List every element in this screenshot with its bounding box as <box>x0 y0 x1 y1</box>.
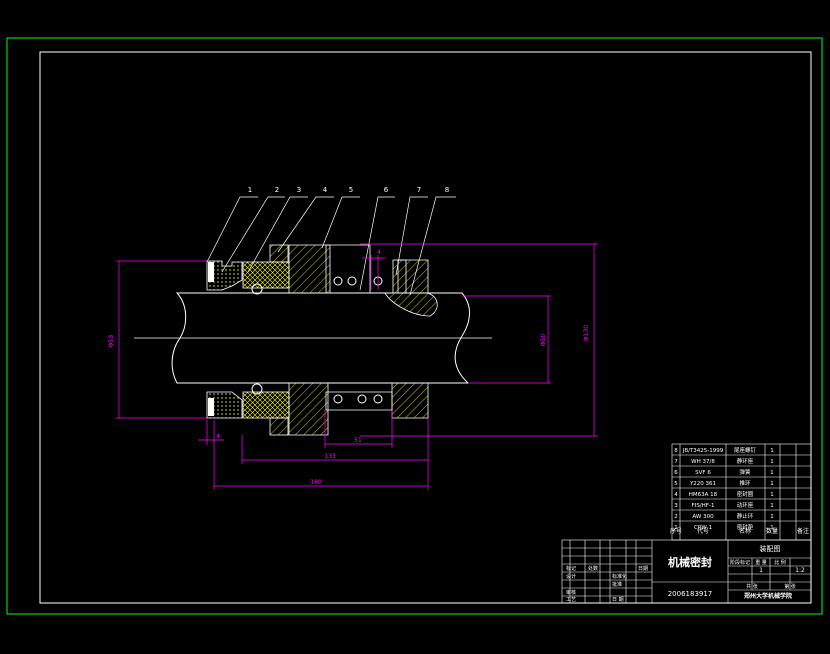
spring-cavity-upper <box>325 244 371 294</box>
parts-cell-no: 4 <box>674 492 678 498</box>
parts-cell-no: 5 <box>674 481 678 487</box>
title-block: 机械密封 2006183917 装配图 阶段标记 重 量 比 例 1 1:2 共… <box>561 539 812 604</box>
parts-cell-qty: 1 <box>770 503 774 509</box>
parts-cell-name: 密封圈 <box>737 490 754 498</box>
balloon-3: 3 <box>297 186 301 194</box>
dim-length-51: 51 <box>354 437 362 444</box>
parts-cell-code: WH 37/8 <box>691 459 715 465</box>
spring-coil-2 <box>347 276 357 286</box>
parts-cell-code: Y220 361 <box>689 481 716 487</box>
dimension-texts: Φ53 Φ50 Φ130 4 4 51 133 180 <box>108 249 590 486</box>
parts-cell-code: JB/T3425-1999 <box>682 448 724 454</box>
col-sheets: 共 张 <box>746 583 758 590</box>
stationary-ring-face-lower <box>208 398 214 416</box>
mid-label-3: 批准 <box>612 581 622 588</box>
mid-label-2: 标准化 <box>612 573 627 580</box>
scale-value: 1:2 <box>795 567 805 574</box>
parts-cell-code: AW 300 <box>692 514 714 520</box>
set-screw-region <box>384 292 438 317</box>
parts-cell-code: HM63A 18 <box>689 492 718 498</box>
seal-assembly-lower <box>206 382 429 436</box>
parts-cell-no: 3 <box>674 503 678 509</box>
parts-cell-no: 7 <box>674 459 678 465</box>
static-ring-seat-lower <box>391 382 429 419</box>
seal-ring-lower <box>242 391 290 419</box>
balloon-labels: 1 2 3 4 5 6 7 8 <box>248 186 449 194</box>
parts-header-no: 序号 <box>670 527 682 535</box>
spring-coil-4 <box>333 394 343 404</box>
col-weight: 重 量 <box>755 559 767 566</box>
spring-coil-6 <box>373 394 383 404</box>
pushing-ring-upper <box>269 244 289 263</box>
dim-gap-bottom: 4 <box>216 433 220 440</box>
parts-cell-no: 2 <box>674 514 678 520</box>
inner-frame <box>39 51 812 604</box>
dimension-lines <box>116 243 598 490</box>
parts-cell-code: SVF 6 <box>695 470 711 476</box>
rotating-ring-seat-lower <box>288 382 329 436</box>
dim-shaft-diameter: Φ50 <box>540 334 547 347</box>
parts-cell-name: 静环座 <box>737 457 754 465</box>
balloon-1: 1 <box>248 186 252 194</box>
parts-cell-qty: 1 <box>770 514 774 520</box>
spring-coil-5 <box>357 394 367 404</box>
parts-cell-code: FIS/HF-1 <box>692 503 715 509</box>
drawing-number: 2006183917 <box>668 590 713 598</box>
row-label-3: 审核 <box>566 589 576 596</box>
parts-cell-name: 静止环 <box>737 512 754 520</box>
balloon-8: 8 <box>445 186 449 194</box>
balloon-6: 6 <box>384 186 389 194</box>
dim-length-133: 133 <box>324 453 336 460</box>
dim-right-diameter: Φ130 <box>583 325 590 341</box>
parts-cell-qty: 1 <box>770 459 774 465</box>
col-scale: 比 例 <box>774 559 786 566</box>
spring-coil-1 <box>333 276 343 286</box>
mechanical-seal-drawing: 1 2 3 4 5 6 7 8 Φ53 Φ50 Φ130 4 4 51 133 … <box>6 37 823 615</box>
dim-left-diameter: Φ53 <box>108 335 115 348</box>
balloon-5: 5 <box>349 186 353 194</box>
qty-value: 1 <box>759 567 763 574</box>
row-label-2: 设计 <box>566 573 576 580</box>
parts-cell-no: 6 <box>674 470 678 476</box>
parts-cell-name: 尾座螺钉 <box>734 446 757 454</box>
date-label: 日 期 <box>612 597 624 603</box>
parts-cell-name: 推环 <box>739 479 751 487</box>
pushing-ring-lower <box>269 417 289 436</box>
part-label: 装配图 <box>760 544 781 553</box>
parts-header-name: 名称 <box>739 527 751 535</box>
row-label-4: 工艺 <box>566 597 576 603</box>
parts-cell-qty: 1 <box>770 492 774 498</box>
seal-ring-upper <box>242 261 290 289</box>
parts-header-note: 备注 <box>797 527 809 535</box>
parts-header-code: 代号 <box>697 527 709 535</box>
mid-label-1: 处数 <box>588 565 598 572</box>
dim-gap-top: 4 <box>377 249 381 256</box>
title-text: 机械密封 <box>668 555 712 569</box>
balloon-7: 7 <box>417 186 421 194</box>
rotating-ring-seat-upper <box>288 244 331 294</box>
parts-cell-qty: 1 <box>770 470 774 476</box>
parts-list: 8 JB/T3425-1999 尾座螺钉 1 7 WH 37/8 静环座 1 6 SVF 6 弹簧 1… <box>670 443 812 541</box>
parts-cell-name: 动环座 <box>737 501 754 509</box>
mid-label-4: 日期 <box>638 566 648 572</box>
school-name: 郑州大学机械学院 <box>744 592 792 600</box>
dim-length-180: 180 <box>310 479 322 486</box>
row-label-1: 标记 <box>566 565 576 572</box>
parts-cell-no: 8 <box>674 448 678 454</box>
balloon-2: 2 <box>275 186 279 194</box>
seal-assembly-upper <box>206 244 438 317</box>
parts-cell-qty: 1 <box>770 481 774 487</box>
balloon-4: 4 <box>323 186 328 194</box>
parts-cell-qty: 1 <box>770 448 774 454</box>
col-stage: 阶段标记 <box>730 559 750 566</box>
shaft <box>134 292 492 384</box>
col-sheet: 第 张 <box>784 583 796 590</box>
stationary-ring-face-upper <box>208 262 214 282</box>
parts-cell-name: 弹簧 <box>739 468 751 476</box>
parts-rows: 8 JB/T3425-1999 尾座螺钉 1 7 WH 37/8 静环座 1 6 SVF 6 弹簧 1… <box>674 446 774 531</box>
parts-header-qty: 数量 <box>766 527 778 535</box>
